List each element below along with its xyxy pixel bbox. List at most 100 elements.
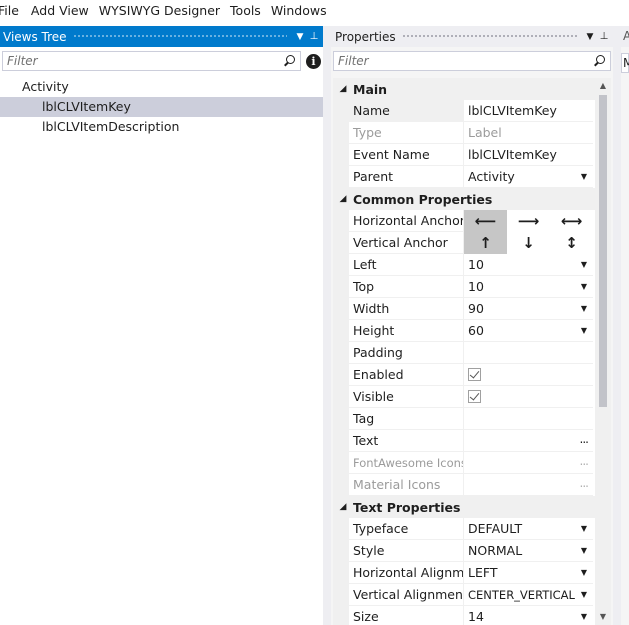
dropdown-arrow-icon[interactable]: ▼ <box>581 320 587 342</box>
panel-splitter-right[interactable] <box>613 26 621 625</box>
prop-row-padding[interactable]: Padding <box>333 342 611 364</box>
prop-fontawesome-value: ... <box>463 452 593 474</box>
collapse-triangle-icon[interactable]: ◢ <box>333 502 353 512</box>
dropdown-arrow-icon[interactable]: ▼ <box>581 254 587 276</box>
category-common[interactable]: ◢ Common Properties <box>333 188 611 210</box>
prop-row-event-name[interactable]: Event Name lblCLVItemKey <box>333 144 611 166</box>
prop-text-value[interactable]: ... <box>463 430 593 452</box>
collapse-triangle-icon[interactable]: ◢ <box>333 194 353 204</box>
properties-header: Properties ▼ ⊥ <box>331 26 613 47</box>
right-panel-cutoff: A M <box>621 26 629 625</box>
prop-fontawesome-label: FontAwesome Icons <box>349 452 463 474</box>
prop-top-value[interactable]: 10 ▼ <box>463 276 593 298</box>
pin-icon[interactable]: ⊥ <box>597 31 611 42</box>
prop-parent-value[interactable]: Activity ▼ <box>463 166 593 188</box>
category-text[interactable]: ◢ Text Properties <box>333 496 611 518</box>
search-icon[interactable] <box>592 54 606 68</box>
category-text-label: Text Properties <box>353 499 461 515</box>
prop-row-enabled[interactable]: Enabled <box>333 364 611 386</box>
arrow-up-icon[interactable]: ↑ <box>464 232 507 254</box>
dropdown-arrow-icon[interactable]: ▼ <box>581 166 587 188</box>
pin-icon[interactable]: ⊥ <box>307 31 321 42</box>
prop-row-material: Material Icons ... <box>333 474 611 496</box>
prop-name-value[interactable]: lblCLVItemKey <box>463 100 593 122</box>
prop-left-value[interactable]: 10 ▼ <box>463 254 593 276</box>
dropdown-arrow-icon[interactable]: ▼ <box>581 540 587 562</box>
prop-valign-value[interactable]: CENTER_VERTICAL ▼ <box>463 584 593 606</box>
arrow-up-down-icon[interactable]: ↕ <box>550 232 593 254</box>
arrow-left-icon[interactable]: ⟵ <box>464 210 507 232</box>
prop-row-typeface[interactable]: Typeface DEFAULT ▼ <box>333 518 611 540</box>
prop-row-type: Type Label <box>333 122 611 144</box>
visible-checkbox[interactable] <box>468 390 481 403</box>
views-filter-input[interactable] <box>7 54 282 68</box>
prop-row-name[interactable]: Name lblCLVItemKey <box>333 100 611 122</box>
prop-parent-text: Activity <box>468 169 515 184</box>
prop-halign-value[interactable]: LEFT ▼ <box>463 562 593 584</box>
prop-row-valign[interactable]: Vertical Alignment CENTER_VERTICAL ▼ <box>333 584 611 606</box>
scrollbar-thumb[interactable] <box>599 95 607 407</box>
dropdown-arrow-icon[interactable]: ▼ <box>581 562 587 584</box>
menu-bar: File Add View WYSIWYG Designer Tools Win… <box>0 0 629 20</box>
menu-tools[interactable]: Tools <box>230 3 269 18</box>
prop-row-h-anchor: Horizontal Anchor ⟵ ⟶ ⟷ <box>333 210 611 232</box>
menu-windows[interactable]: Windows <box>271 3 335 18</box>
ellipsis-button[interactable]: ... <box>580 428 590 450</box>
panel-splitter[interactable] <box>323 26 331 625</box>
tree-item-lblclvitemkey[interactable]: lblCLVItemKey <box>0 97 323 117</box>
arrow-left-right-icon[interactable]: ⟷ <box>550 210 593 232</box>
chevron-down-icon[interactable]: ▼ <box>583 32 597 42</box>
prop-typeface-value[interactable]: DEFAULT ▼ <box>463 518 593 540</box>
v-anchor-options: ↑ ↓ ↕ <box>463 232 593 254</box>
arrow-right-icon[interactable]: ⟶ <box>507 210 550 232</box>
prop-size-value[interactable]: 14 ▼ <box>463 606 593 625</box>
prop-row-left[interactable]: Left 10 ▼ <box>333 254 611 276</box>
prop-left-text: 10 <box>468 257 484 272</box>
prop-row-halign[interactable]: Horizontal Alignm... LEFT ▼ <box>333 562 611 584</box>
prop-row-tag[interactable]: Tag <box>333 408 611 430</box>
prop-height-value[interactable]: 60 ▼ <box>463 320 593 342</box>
category-main[interactable]: ◢ Main <box>333 78 611 100</box>
dropdown-arrow-icon[interactable]: ▼ <box>581 298 587 320</box>
category-common-label: Common Properties <box>353 191 493 207</box>
info-icon[interactable]: i <box>306 53 321 69</box>
search-icon[interactable] <box>282 54 296 68</box>
properties-filter-input[interactable] <box>338 54 592 68</box>
scroll-up-icon[interactable]: ▲ <box>595 78 611 94</box>
prop-row-visible[interactable]: Visible <box>333 386 611 408</box>
prop-valign-label: Vertical Alignment <box>349 584 463 606</box>
menu-wysiwyg-designer[interactable]: WYSIWYG Designer <box>99 3 228 18</box>
dropdown-arrow-icon[interactable]: ▼ <box>581 606 587 625</box>
prop-width-value[interactable]: 90 ▼ <box>463 298 593 320</box>
prop-row-height[interactable]: Height 60 ▼ <box>333 320 611 342</box>
dropdown-arrow-icon[interactable]: ▼ <box>581 276 587 298</box>
arrow-down-icon[interactable]: ↓ <box>507 232 550 254</box>
prop-height-text: 60 <box>468 323 484 338</box>
enabled-checkbox[interactable] <box>468 368 481 381</box>
prop-row-parent[interactable]: Parent Activity ▼ <box>333 166 611 188</box>
prop-row-top[interactable]: Top 10 ▼ <box>333 276 611 298</box>
right-panel-field[interactable]: M <box>621 53 629 73</box>
prop-enabled-value <box>463 364 593 386</box>
tree-item-lblclvitemdescription[interactable]: lblCLVItemDescription <box>0 117 323 137</box>
prop-row-style[interactable]: Style NORMAL ▼ <box>333 540 611 562</box>
prop-row-width[interactable]: Width 90 ▼ <box>333 298 611 320</box>
prop-style-value[interactable]: NORMAL ▼ <box>463 540 593 562</box>
prop-padding-value[interactable] <box>463 342 593 364</box>
menu-file[interactable]: File <box>0 3 27 18</box>
prop-row-size[interactable]: Size 14 ▼ <box>333 606 611 625</box>
prop-padding-label: Padding <box>349 342 463 364</box>
prop-width-label: Width <box>349 298 463 320</box>
prop-tag-label: Tag <box>349 408 463 430</box>
dropdown-arrow-icon[interactable]: ▼ <box>581 518 587 540</box>
prop-event-value[interactable]: lblCLVItemKey <box>463 144 593 166</box>
collapse-triangle-icon[interactable]: ◢ <box>333 84 353 94</box>
scroll-down-icon[interactable]: ▼ <box>595 609 611 625</box>
property-grid-scrollbar[interactable]: ▲ ▼ <box>595 78 611 625</box>
dropdown-arrow-icon[interactable]: ▼ <box>581 584 587 606</box>
menu-add-view[interactable]: Add View <box>31 3 97 18</box>
chevron-down-icon[interactable]: ▼ <box>293 32 307 42</box>
tree-item-activity[interactable]: Activity <box>0 77 323 97</box>
prop-tag-value[interactable] <box>463 408 593 430</box>
prop-row-text[interactable]: Text ... <box>333 430 611 452</box>
